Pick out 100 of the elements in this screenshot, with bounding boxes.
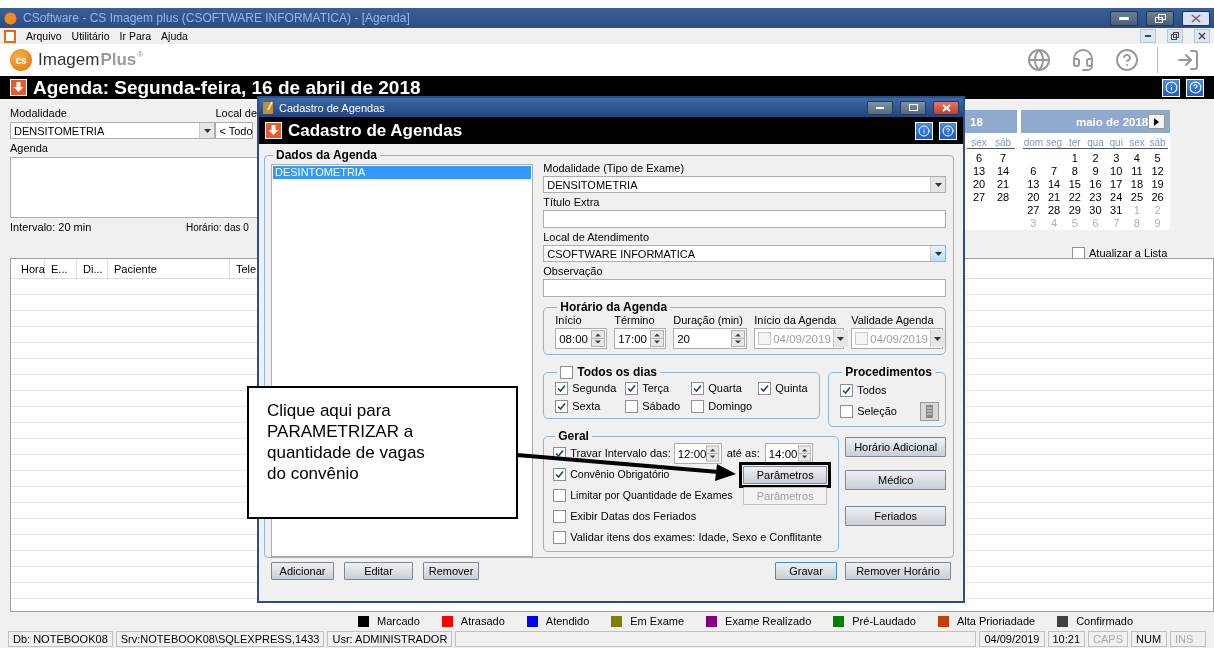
close-button[interactable] xyxy=(933,100,959,115)
checkbox-label[interactable]: Convênio Obrigatório xyxy=(570,468,670,481)
column-header[interactable]: Di... xyxy=(77,259,108,278)
parameters-button[interactable]: Parâmetros xyxy=(743,465,828,484)
calendar-day[interactable]: 15 xyxy=(1064,178,1086,191)
calendar-day[interactable]: 7 xyxy=(1043,165,1065,178)
checkbox-label[interactable]: Quinta xyxy=(775,382,808,395)
calendar-day[interactable]: 7 xyxy=(991,152,1015,165)
spin-arrows-icon[interactable] xyxy=(797,445,811,462)
next-month-button[interactable] xyxy=(1148,114,1165,129)
checkbox-label[interactable]: Domingo xyxy=(708,400,753,413)
checkbox-label[interactable]: Quarta xyxy=(708,382,742,395)
checkbox-label[interactable]: Sexta xyxy=(572,400,601,413)
calendar-day[interactable]: 14 xyxy=(1043,178,1065,191)
checkbox[interactable] xyxy=(691,382,705,395)
calendar-day[interactable]: 31 xyxy=(1105,204,1127,217)
checkbox-label[interactable]: Terça xyxy=(642,382,670,395)
spin-arrows-icon[interactable] xyxy=(591,330,606,347)
checkbox-label[interactable]: Atualizar a Lista xyxy=(1089,247,1168,260)
action-button[interactable]: Horário Adicional xyxy=(845,437,947,457)
calendar-day[interactable]: 22 xyxy=(1064,191,1086,204)
dropdown-arrow-icon[interactable] xyxy=(934,251,942,256)
spin-arrows-icon[interactable] xyxy=(706,445,720,462)
calendar-day[interactable]: 12 xyxy=(1147,165,1168,178)
calendar-day[interactable]: 8 xyxy=(1064,165,1086,178)
checkbox[interactable] xyxy=(553,510,567,523)
calendar-day[interactable]: 20 xyxy=(967,178,991,191)
calendar-day[interactable]: 6 xyxy=(1023,165,1044,178)
calendar-day[interactable]: 9 xyxy=(1085,165,1106,178)
checkbox[interactable] xyxy=(560,365,574,379)
footer-button[interactable]: Remover Horário xyxy=(845,562,951,580)
column-header[interactable]: Paciente xyxy=(108,259,230,278)
column-header[interactable]: Hora xyxy=(11,259,45,278)
info-icon[interactable] xyxy=(1162,78,1180,97)
checkbox[interactable] xyxy=(555,400,569,413)
calendar-day[interactable]: 2 xyxy=(1085,152,1106,165)
calendar-day[interactable]: 6 xyxy=(967,152,991,165)
checkbox[interactable] xyxy=(840,405,854,418)
checkbox-label[interactable]: Todos xyxy=(857,384,887,397)
column-header[interactable]: E... xyxy=(45,259,77,278)
maximize-button[interactable] xyxy=(900,100,926,115)
calendar-day[interactable]: 25 xyxy=(1126,191,1148,204)
spin-field[interactable]: 14:00 xyxy=(764,443,813,464)
checkbox[interactable] xyxy=(691,400,705,413)
calendar-day[interactable]: 3 xyxy=(1105,152,1127,165)
calendar-day[interactable]: 23 xyxy=(1085,191,1106,204)
calendar-day[interactable]: 1 xyxy=(1064,152,1086,165)
close-button[interactable] xyxy=(1182,10,1210,26)
calendar-day[interactable]: 30 xyxy=(1085,204,1106,217)
calendar-day[interactable]: 29 xyxy=(1064,204,1086,217)
dropdown-field[interactable]: CSOFTWARE INFORMATICA xyxy=(543,245,947,262)
menu-item[interactable]: Ajuda xyxy=(161,30,188,42)
info-icon[interactable] xyxy=(915,121,933,140)
calendar-day[interactable]: 13 xyxy=(967,165,991,178)
spin-arrows-icon[interactable] xyxy=(731,330,746,347)
spin-field[interactable]: 08:00 xyxy=(555,328,608,349)
calendar-day[interactable]: 16 xyxy=(1085,178,1106,191)
calendar-day[interactable]: 18 xyxy=(1126,178,1148,191)
calendar-day[interactable]: 11 xyxy=(1126,165,1148,178)
checkbox-label[interactable]: Seleção xyxy=(857,405,897,418)
action-button[interactable]: Feriados xyxy=(845,506,947,526)
calendar-day[interactable]: 27 xyxy=(1023,204,1044,217)
text-field[interactable] xyxy=(543,279,947,297)
restore-button[interactable] xyxy=(1146,10,1174,26)
checkbox[interactable] xyxy=(758,382,772,395)
minimize-button[interactable] xyxy=(867,100,893,115)
calendar-day[interactable]: 26 xyxy=(1147,191,1168,204)
checkbox[interactable] xyxy=(625,400,639,413)
checkbox-label[interactable]: Exibir Datas dos Feriados xyxy=(570,510,697,523)
dropdown-field[interactable]: < Todo xyxy=(215,122,254,139)
spin-field[interactable]: 12:00 xyxy=(673,443,722,464)
calendar-day[interactable]: 13 xyxy=(1023,178,1044,191)
calendar-day[interactable]: 24 xyxy=(1105,191,1127,204)
checkbox[interactable] xyxy=(555,382,569,395)
calendar-day[interactable]: 27 xyxy=(967,191,991,204)
calendar-day[interactable]: 10 xyxy=(1105,165,1127,178)
dropdown-field[interactable]: DENSITOMETRIA xyxy=(10,122,215,139)
dropdown-arrow-icon[interactable] xyxy=(203,128,211,133)
list-select-icon[interactable] xyxy=(920,402,940,421)
dropdown-field[interactable]: DENSITOMETRIA xyxy=(543,176,947,193)
checkbox[interactable] xyxy=(553,468,567,481)
dropdown-arrow-icon[interactable] xyxy=(934,182,942,187)
spin-field[interactable]: 17:00 xyxy=(614,328,667,349)
menu-item[interactable]: Utilitário xyxy=(71,30,110,42)
menu-item[interactable]: Ir Para xyxy=(119,30,152,42)
calendar-day[interactable]: 17 xyxy=(1105,178,1127,191)
headset-icon[interactable] xyxy=(1071,48,1095,72)
checkbox[interactable] xyxy=(840,384,854,397)
calendar-day[interactable]: 4 xyxy=(1126,152,1148,165)
checkbox-label[interactable]: Segunda xyxy=(572,382,617,395)
calendar-day[interactable]: 5 xyxy=(1147,152,1168,165)
list-action-button[interactable]: Editar xyxy=(344,562,413,580)
checkbox[interactable] xyxy=(553,531,567,544)
checkbox[interactable] xyxy=(625,382,639,395)
calendar-day[interactable]: 28 xyxy=(991,191,1015,204)
list-action-button[interactable]: Adicionar xyxy=(271,562,334,580)
calendar-day[interactable]: 20 xyxy=(1023,191,1044,204)
calendar-day[interactable]: 14 xyxy=(991,165,1015,178)
calendar-day[interactable]: 21 xyxy=(991,178,1015,191)
menu-item[interactable]: Arquivo xyxy=(26,30,62,42)
